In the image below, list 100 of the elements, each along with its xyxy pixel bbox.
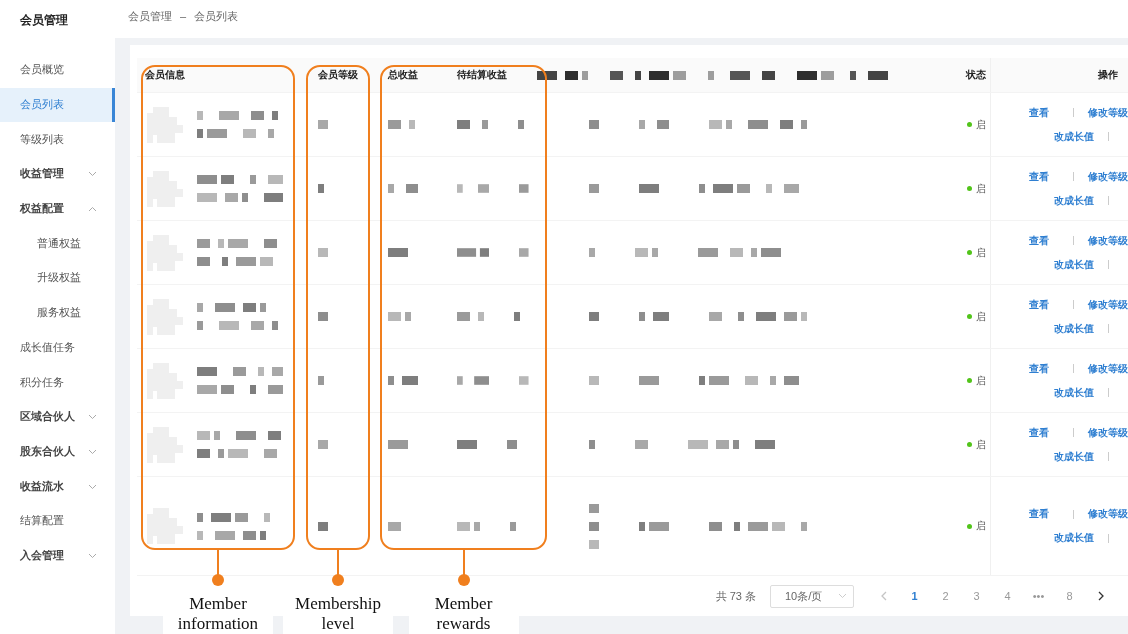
page-link[interactable]: 2 — [930, 590, 961, 602]
action-link[interactable]: 改成长值 — [1054, 193, 1094, 208]
status-text: 启 — [976, 373, 986, 388]
column-header: 待结算收益 — [457, 68, 507, 82]
pixelated-text-drawing — [589, 184, 599, 193]
sidebar-item[interactable]: 升级权益 — [0, 261, 115, 296]
pixelated-text-drawing — [318, 312, 328, 321]
status-text: 启 — [976, 181, 986, 196]
pixelated-text-drawing — [457, 120, 488, 129]
action-link[interactable]: 修改等级 — [1088, 425, 1128, 440]
sidebar-item[interactable]: 权益配置 — [0, 191, 115, 227]
pixelated-text-drawing — [457, 376, 490, 385]
pixelated-text-drawing — [318, 184, 324, 193]
page-link[interactable]: 3 — [961, 590, 992, 602]
pixelated-text-drawing — [457, 440, 477, 449]
breadcrumb-item: 会员列表 — [194, 8, 239, 24]
chevron-icon — [838, 593, 847, 599]
chevron-right-icon[interactable] — [1097, 591, 1104, 601]
action-link[interactable]: 修改等级 — [1088, 105, 1128, 120]
status-text: 启 — [976, 309, 986, 324]
callout-pointer — [212, 550, 224, 587]
action-link[interactable]: 修改等级 — [1088, 297, 1128, 312]
pixelated-text-drawing — [518, 120, 524, 129]
action-link[interactable]: 改成长值 — [1054, 531, 1094, 545]
callout-pointer — [457, 550, 470, 587]
pixelated-text-drawing — [519, 376, 529, 385]
pixelated-text-drawing — [639, 120, 669, 129]
pixelated-text-drawing — [388, 120, 415, 129]
action-link[interactable]: 改成长值 — [1054, 129, 1094, 144]
page-link[interactable]: 1 — [899, 590, 930, 602]
sidebar-item[interactable]: 结算配置 — [0, 503, 115, 539]
sidebar-item[interactable]: 积分任务 — [0, 365, 115, 400]
pixelated-text-drawing — [318, 376, 324, 385]
pixelated-text-drawing — [589, 248, 595, 257]
pixelated-text-drawing — [507, 440, 517, 449]
action-link[interactable]: 查看 — [1029, 105, 1049, 120]
pixelated-text-drawing — [318, 440, 328, 449]
breadcrumb-item[interactable]: 会员管理 — [128, 8, 172, 24]
pixelated-text-drawing — [635, 248, 658, 257]
sidebar-item[interactable]: 会员列表 — [0, 87, 115, 123]
sidebar-item[interactable]: 普通权益 — [0, 226, 115, 262]
column-header: 总收益 — [388, 68, 418, 82]
action-link[interactable]: 改成长值 — [1054, 449, 1094, 464]
pixelated-text-drawing — [318, 521, 328, 531]
pixelated-text-drawing — [510, 521, 516, 531]
sidebar-item[interactable]: 区域合伙人 — [0, 399, 115, 435]
pixelated-text-drawing — [589, 503, 599, 549]
action-link[interactable]: 查看 — [1029, 233, 1049, 248]
total-count: 共 73 条 — [715, 588, 756, 604]
column-header: 操作 — [1098, 68, 1118, 82]
sidebar-item[interactable]: 入会管理 — [0, 538, 115, 574]
app-title: 会员管理 — [19, 12, 69, 29]
action-link[interactable]: 查看 — [1029, 361, 1049, 376]
sidebar-item[interactable]: 收益流水 — [0, 469, 115, 504]
pixelated-text-drawing — [708, 70, 775, 80]
pixelated-text-drawing — [589, 440, 595, 449]
column-header: 状态 — [966, 68, 986, 82]
pixelated-text-drawing — [318, 120, 328, 129]
action-link[interactable]: 查看 — [1029, 297, 1049, 312]
action-link[interactable]: 改成长值 — [1054, 321, 1094, 336]
page-link[interactable]: 8 — [1054, 590, 1085, 602]
avatar-placeholder — [147, 508, 183, 544]
page-link[interactable]: 4 — [992, 590, 1023, 602]
pixelated-text-drawing — [457, 184, 490, 193]
chevron-icon — [88, 552, 97, 559]
action-link[interactable]: 修改等级 — [1088, 361, 1128, 376]
callout-caption: Member rewards — [408, 594, 519, 634]
pixelated-text-drawing — [635, 440, 648, 449]
action-link[interactable]: 查看 — [1029, 425, 1049, 440]
pixelated-text-drawing — [388, 184, 418, 193]
sidebar-item[interactable]: 等级列表 — [0, 122, 115, 158]
page-size-select[interactable]: 10条/页 — [770, 584, 854, 608]
pixelated-text-drawing — [639, 376, 659, 385]
pixelated-text-drawing — [514, 312, 520, 321]
status-text: 启 — [976, 519, 986, 533]
action-link[interactable]: 查看 — [1029, 507, 1049, 521]
status-text: 启 — [976, 437, 986, 452]
pixelated-text-drawing — [639, 312, 669, 321]
sidebar-item[interactable]: 服务权益 — [0, 295, 115, 331]
sidebar-item[interactable]: 股东合伙人 — [0, 434, 115, 470]
action-link[interactable]: 改成长值 — [1054, 385, 1094, 400]
chevron-icon — [88, 414, 97, 421]
sidebar-item[interactable]: 成长值任务 — [0, 330, 115, 366]
action-link[interactable]: 查看 — [1029, 169, 1049, 184]
sidebar-item[interactable]: 会员概览 — [0, 53, 115, 88]
page-link[interactable]: ••• — [1023, 590, 1054, 602]
chevron-icon — [88, 483, 97, 490]
pixelated-text-drawing — [388, 521, 401, 531]
action-link[interactable]: 修改等级 — [1088, 507, 1128, 521]
pixelated-text-drawing — [589, 376, 599, 385]
sidebar-item[interactable]: 收益管理 — [0, 157, 115, 192]
pixelated-text-drawing — [589, 120, 599, 129]
action-link[interactable]: 修改等级 — [1088, 169, 1128, 184]
chevron-icon — [88, 171, 97, 178]
pixelated-text-drawing — [639, 184, 659, 193]
action-link[interactable]: 修改等级 — [1088, 233, 1128, 248]
action-link[interactable]: 改成长值 — [1054, 257, 1094, 272]
pixelated-text-drawing — [589, 312, 599, 321]
pixelated-text-drawing — [388, 376, 418, 385]
pixelated-text-drawing — [639, 521, 669, 531]
